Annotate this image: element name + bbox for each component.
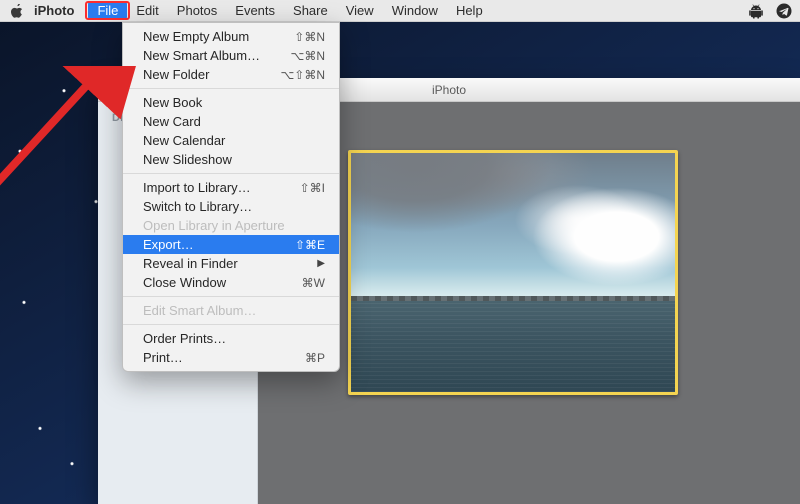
menu-item-shortcut: ⌘P (305, 351, 325, 365)
menu-item-shortcut: ⇧⌘N (294, 30, 325, 44)
menu-divider (123, 324, 339, 325)
file-menu-item-import-to-library[interactable]: Import to Library…⇧⌘I (123, 178, 339, 197)
app-name[interactable]: iPhoto (34, 3, 74, 18)
menu-divider (123, 173, 339, 174)
menu-item-label: Print… (143, 350, 305, 365)
menu-item-view[interactable]: View (337, 1, 383, 20)
menu-item-shortcut: ⇧⌘I (300, 181, 325, 195)
file-menu-item-close-window[interactable]: Close Window⌘W (123, 273, 339, 292)
file-menu-item-new-card[interactable]: New Card (123, 112, 339, 131)
menu-item-label: Import to Library… (143, 180, 300, 195)
photo-sea (351, 301, 675, 392)
menu-item-label: New Empty Album (143, 29, 294, 44)
file-menu-dropdown: New Empty Album⇧⌘NNew Smart Album…⌥⌘NNew… (122, 22, 340, 372)
menu-item-photos[interactable]: Photos (168, 1, 226, 20)
menu-item-label: New Calendar (143, 133, 325, 148)
selected-photo-thumbnail[interactable] (348, 150, 678, 395)
status-icon-telegram[interactable] (776, 3, 792, 19)
menu-item-label: Open Library in Aperture (143, 218, 325, 233)
menu-item-label: Export… (143, 237, 295, 252)
file-menu-item-switch-to-library[interactable]: Switch to Library… (123, 197, 339, 216)
file-menu-item-new-slideshow[interactable]: New Slideshow (123, 150, 339, 169)
file-menu-item-print[interactable]: Print…⌘P (123, 348, 339, 367)
menu-item-share[interactable]: Share (284, 1, 337, 20)
menu-item-edit[interactable]: Edit (127, 1, 167, 20)
menu-item-shortcut: ⌥⌘N (291, 49, 326, 63)
menu-item-label: Edit Smart Album… (143, 303, 325, 318)
menu-item-shortcut: ⌘W (302, 276, 325, 290)
menu-bar: iPhoto File Edit Photos Events Share Vie… (0, 0, 800, 22)
menu-item-label: New Folder (143, 67, 280, 82)
menu-item-shortcut: ⇧⌘E (295, 238, 325, 252)
file-menu-item-new-calendar[interactable]: New Calendar (123, 131, 339, 150)
menu-item-label: Close Window (143, 275, 302, 290)
file-menu-item-new-smart-album[interactable]: New Smart Album…⌥⌘N (123, 46, 339, 65)
menu-item-label: Reveal in Finder (143, 256, 317, 271)
menu-item-label: New Book (143, 95, 325, 110)
file-menu-item-order-prints[interactable]: Order Prints… (123, 329, 339, 348)
file-menu-item-new-book[interactable]: New Book (123, 93, 339, 112)
file-menu-item-edit-smart-album: Edit Smart Album… (123, 301, 339, 320)
menu-item-label: New Smart Album… (143, 48, 291, 63)
menu-item-events[interactable]: Events (226, 1, 284, 20)
file-menu-item-export[interactable]: Export…⇧⌘E (123, 235, 339, 254)
menu-item-window[interactable]: Window (383, 1, 447, 20)
file-menu-item-reveal-in-finder[interactable]: Reveal in Finder▶ (123, 254, 339, 273)
status-icon-android[interactable] (748, 3, 764, 19)
menu-item-file-wrap: File (88, 3, 127, 18)
file-menu-item-new-empty-album[interactable]: New Empty Album⇧⌘N (123, 27, 339, 46)
window-title: iPhoto (432, 83, 466, 97)
menu-divider (123, 88, 339, 89)
file-menu-item-new-folder[interactable]: New Folder⌥⇧⌘N (123, 65, 339, 84)
menu-item-label: Order Prints… (143, 331, 325, 346)
apple-menu-icon[interactable] (10, 4, 24, 18)
menu-divider (123, 296, 339, 297)
menu-item-shortcut: ⌥⇧⌘N (280, 68, 325, 82)
menu-item-help[interactable]: Help (447, 1, 492, 20)
file-menu-item-open-library-in-aperture: Open Library in Aperture (123, 216, 339, 235)
menu-item-file[interactable]: File (88, 1, 127, 20)
menu-item-label: New Card (143, 114, 325, 129)
menu-item-label: New Slideshow (143, 152, 325, 167)
submenu-arrow-icon: ▶ (317, 258, 325, 269)
menu-item-label: Switch to Library… (143, 199, 325, 214)
